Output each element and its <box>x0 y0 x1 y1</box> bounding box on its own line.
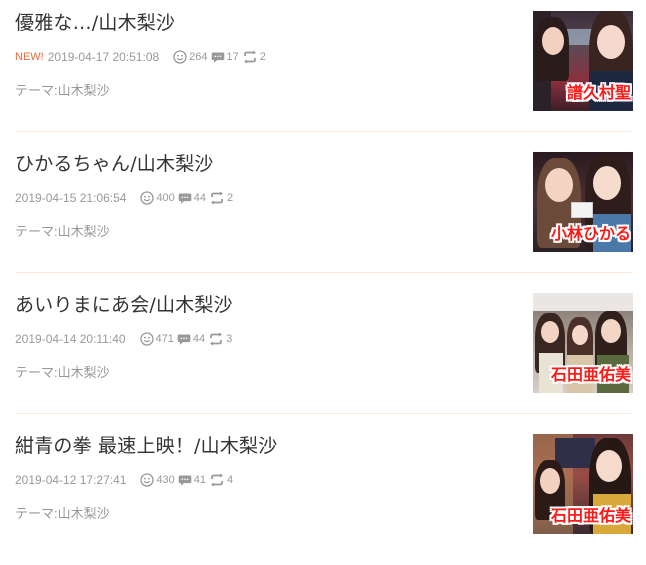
entry-theme-link[interactable]: テーマ:山木梨沙 <box>15 503 110 522</box>
entry-meta: 2019-04-12 17:27:41 430 41 4 <box>15 472 236 488</box>
entry-theme-link[interactable]: テーマ:山木梨沙 <box>15 221 110 240</box>
comments-count: 17 <box>226 51 239 63</box>
likes-count: 430 <box>156 474 175 486</box>
comments-stat[interactable]: 17 <box>211 51 239 64</box>
blog-entry: 紺青の拳 最速上映！/山木梨沙 2019-04-12 17:27:41 430 … <box>0 423 646 564</box>
comments-stat[interactable]: 44 <box>177 333 205 346</box>
reblogs-stat[interactable]: 2 <box>209 191 233 205</box>
reblog-icon <box>211 473 224 487</box>
comments-stat[interactable]: 41 <box>178 474 206 487</box>
likes-stat[interactable]: 471 <box>139 332 174 346</box>
likes-stat[interactable]: 430 <box>140 473 175 487</box>
new-badge: NEW! <box>15 51 44 63</box>
speech-bubble-icon <box>178 193 192 204</box>
entry-title-link[interactable]: 優雅な…/山木梨沙 <box>15 8 175 35</box>
reblogs-stat[interactable]: 4 <box>209 473 233 487</box>
entry-thumbnail[interactable]: 小林ひかる <box>533 152 633 252</box>
blog-entry: あいりまにあ会/山木梨沙 2019-04-14 20:11:40 471 44 … <box>0 282 646 423</box>
smiley-icon <box>140 191 155 205</box>
reblog-icon <box>243 50 256 64</box>
thumbnail-caption: 譜久村聖 <box>566 83 631 102</box>
reblog-icon <box>211 191 224 205</box>
comments-count: 44 <box>192 333 206 345</box>
reblogs-count: 4 <box>227 474 234 486</box>
entry-thumbnail[interactable]: 譜久村聖 <box>533 11 633 111</box>
likes-stat[interactable]: 400 <box>140 191 175 205</box>
thumbnail-caption: 小林ひかる <box>550 224 631 243</box>
likes-stat[interactable]: 264 <box>173 50 208 64</box>
speech-bubble-icon <box>211 52 224 63</box>
comments-count: 41 <box>193 474 207 486</box>
blog-entry: ひかるちゃん/山木梨沙 2019-04-15 21:06:54 400 44 2… <box>0 141 646 282</box>
speech-bubble-icon <box>178 475 192 486</box>
entry-divider <box>15 131 633 132</box>
entry-divider <box>15 272 633 273</box>
reblogs-stat[interactable]: 3 <box>208 332 232 346</box>
reblogs-count: 2 <box>227 192 234 204</box>
thumbnail-caption: 石田亜佑美 <box>550 365 631 384</box>
smiley-icon <box>139 332 154 346</box>
reblog-icon <box>210 332 223 346</box>
comments-stat[interactable]: 44 <box>178 192 206 205</box>
entry-thumbnail[interactable]: 石田亜佑美 <box>533 293 633 393</box>
likes-count: 471 <box>155 333 174 345</box>
thumbnail-caption: 石田亜佑美 <box>550 506 631 525</box>
likes-count: 264 <box>189 51 208 63</box>
entry-datetime: 2019-04-12 17:27:41 <box>15 473 127 487</box>
entry-meta: 2019-04-14 20:11:40 471 44 3 <box>15 331 235 347</box>
entry-theme-link[interactable]: テーマ:山木梨沙 <box>15 80 110 99</box>
smiley-icon <box>173 50 187 64</box>
entry-datetime: 2019-04-15 21:06:54 <box>15 191 127 205</box>
entry-meta: NEW! 2019-04-17 20:51:08 264 17 2 <box>15 49 269 65</box>
reblogs-count: 2 <box>259 51 266 63</box>
entry-title-link[interactable]: ひかるちゃん/山木梨沙 <box>15 149 214 176</box>
entry-title-link[interactable]: 紺青の拳 最速上映！/山木梨沙 <box>15 431 277 458</box>
reblogs-count: 3 <box>226 333 233 345</box>
blog-entry: 優雅な…/山木梨沙 NEW! 2019-04-17 20:51:08 264 1… <box>0 0 646 141</box>
entry-thumbnail[interactable]: 石田亜佑美 <box>533 434 633 534</box>
entry-meta: 2019-04-15 21:06:54 400 44 2 <box>15 190 236 206</box>
smiley-icon <box>140 473 155 487</box>
entry-divider <box>15 413 633 414</box>
reblogs-stat[interactable]: 2 <box>242 50 266 64</box>
comments-count: 44 <box>193 192 207 204</box>
likes-count: 400 <box>156 192 175 204</box>
entry-title-link[interactable]: あいりまにあ会/山木梨沙 <box>15 290 233 317</box>
entry-theme-link[interactable]: テーマ:山木梨沙 <box>15 362 110 381</box>
speech-bubble-icon <box>177 334 191 345</box>
entry-datetime: 2019-04-17 20:51:08 <box>47 50 160 64</box>
entry-datetime: 2019-04-14 20:11:40 <box>15 332 126 346</box>
